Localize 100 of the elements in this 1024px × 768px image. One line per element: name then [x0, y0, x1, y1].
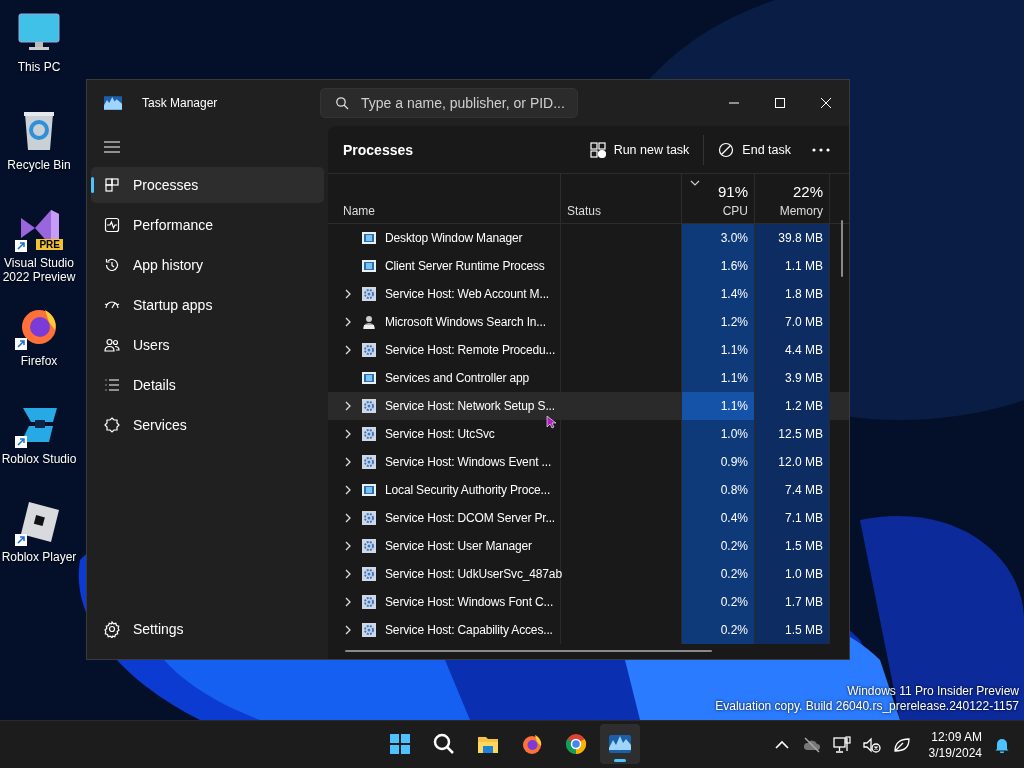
- settings-button[interactable]: Settings: [91, 611, 324, 647]
- column-header[interactable]: Memory: [779, 204, 823, 218]
- end-task-button[interactable]: End task: [710, 135, 799, 164]
- sort-caret-icon[interactable]: [690, 180, 700, 186]
- column-header[interactable]: Name: [343, 204, 560, 218]
- cpu-value: 1.1%: [720, 343, 748, 357]
- cpu-value: 0.2%: [720, 567, 748, 581]
- block-icon: [718, 141, 735, 158]
- column-total: 91%: [717, 183, 748, 200]
- process-name: Service Host: User Manager: [385, 539, 532, 553]
- memory-value: 7.0 MB: [785, 315, 823, 329]
- process-row[interactable]: Service Host: Capability Acces... 0.2% 1.5 MB: [328, 616, 849, 644]
- window-title: Task Manager: [142, 96, 219, 110]
- expand-chevron-icon[interactable]: [344, 625, 352, 635]
- memory-value: 12.5 MB: [778, 427, 823, 441]
- cpu-value: 0.9%: [720, 455, 748, 469]
- nav-item[interactable]: Performance: [91, 207, 324, 243]
- cpu-value: 0.8%: [720, 483, 748, 497]
- desktop-icon-label[interactable]: Firefox: [0, 354, 78, 368]
- taskbar-taskmgr-icon[interactable]: [600, 724, 640, 764]
- close-icon: [820, 97, 832, 109]
- menu-icon[interactable]: [104, 140, 120, 154]
- nav-item[interactable]: Processes: [91, 167, 324, 203]
- nav-item[interactable]: Details: [91, 367, 324, 403]
- build-watermark: Evaluation copy. Build 26040.rs_prerelease.240122-1157: [715, 699, 1019, 714]
- notification-bell-icon[interactable]: [994, 736, 1010, 753]
- column-header[interactable]: CPU: [722, 204, 748, 218]
- search-field[interactable]: Type a name, publisher, or PID...: [320, 88, 578, 118]
- gear-icon: [361, 454, 377, 470]
- window-icon: [361, 482, 377, 498]
- process-name: Service Host: Remote Procedu...: [385, 343, 556, 357]
- clock-date[interactable]: 3/19/2024: [928, 744, 982, 761]
- gear-icon: [361, 622, 377, 638]
- process-name: Service Host: UdkUserSvc_487ab: [385, 567, 562, 581]
- process-row[interactable]: Microsoft Windows Search In... 1.2% 7.0 MB: [328, 308, 849, 336]
- process-row[interactable]: Service Host: DCOM Server Pr... 0.4% 7.1 MB: [328, 504, 849, 532]
- gear-icon: [361, 342, 377, 358]
- window-icon: [361, 230, 377, 246]
- expand-chevron-icon[interactable]: [344, 569, 352, 579]
- cpu-value: 0.2%: [720, 623, 748, 637]
- process-row[interactable]: Service Host: UtcSvc 1.0% 12.5 MB: [328, 420, 849, 448]
- window-icon: [361, 370, 377, 386]
- memory-value: 4.4 MB: [785, 343, 823, 357]
- process-row[interactable]: Desktop Window Manager 3.0% 39.8 MB: [328, 224, 849, 252]
- cpu-value: 1.1%: [720, 399, 748, 413]
- process-row[interactable]: Local Security Authority Proce... 0.8% 7.4 MB: [328, 476, 849, 504]
- gear-icon: [361, 594, 377, 610]
- expand-chevron-icon[interactable]: [344, 485, 352, 495]
- cpu-value: 0.4%: [720, 511, 748, 525]
- process-row[interactable]: Service Host: Network Setup S... 1.1% 1.2 MB: [328, 392, 849, 420]
- nav-item[interactable]: Startup apps: [91, 287, 324, 323]
- expand-chevron-icon[interactable]: [344, 401, 352, 411]
- scrollbar-thumb[interactable]: [345, 650, 712, 652]
- nav-item[interactable]: Users: [91, 327, 324, 363]
- desktop-icon-label[interactable]: Visual Studio 2022 Preview: [0, 256, 78, 284]
- expand-chevron-icon[interactable]: [344, 317, 352, 327]
- expand-chevron-icon[interactable]: [344, 457, 352, 467]
- nav-item[interactable]: Services: [91, 407, 324, 443]
- memory-value: 1.1 MB: [785, 259, 823, 273]
- run-task-button[interactable]: Run new task: [581, 135, 698, 164]
- cpu-value: 0.2%: [720, 595, 748, 609]
- scrollbar-thumb[interactable]: [841, 220, 843, 277]
- history-icon: [103, 256, 121, 274]
- expand-chevron-icon[interactable]: [344, 597, 352, 607]
- new-task-icon: [589, 141, 606, 158]
- desktop-icon-label[interactable]: Roblox Player: [0, 550, 78, 564]
- process-row[interactable]: Service Host: Windows Event ... 0.9% 12.0 MB: [328, 448, 849, 476]
- desktop-icon-label[interactable]: Recycle Bin: [0, 158, 78, 172]
- gear-icon: [361, 510, 377, 526]
- process-row[interactable]: Client Server Runtime Process 1.6% 1.1 MB: [328, 252, 849, 280]
- expand-chevron-icon[interactable]: [344, 429, 352, 439]
- process-row[interactable]: Service Host: Remote Procedu... 1.1% 4.4 MB: [328, 336, 849, 364]
- process-row[interactable]: Service Host: User Manager 0.2% 1.5 MB: [328, 532, 849, 560]
- app-icon: [104, 96, 122, 110]
- memory-value: 7.1 MB: [785, 511, 823, 525]
- memory-value: 1.5 MB: [785, 539, 823, 553]
- performance-icon: [103, 216, 121, 234]
- expand-chevron-icon[interactable]: [344, 289, 352, 299]
- expand-chevron-icon[interactable]: [344, 541, 352, 551]
- users-icon: [103, 336, 121, 354]
- process-row[interactable]: Service Host: UdkUserSvc_487ab 0.2% 1.0 MB: [328, 560, 849, 588]
- desktop-icon-label[interactable]: This PC: [0, 60, 78, 74]
- desktop-icon-label[interactable]: Roblox Studio: [0, 452, 78, 466]
- expand-chevron-icon[interactable]: [344, 345, 352, 355]
- process-row[interactable]: Service Host: Windows Font C... 0.2% 1.7 MB: [328, 588, 849, 616]
- maximize-icon: [774, 97, 786, 109]
- more-options-icon[interactable]: [811, 146, 831, 153]
- process-row[interactable]: Service Host: Web Account M... 1.4% 1.8 MB: [328, 280, 849, 308]
- cpu-value: 1.1%: [720, 371, 748, 385]
- network-icon[interactable]: [831, 734, 852, 755]
- memory-value: 1.5 MB: [785, 623, 823, 637]
- column-header[interactable]: Status: [567, 204, 681, 218]
- gear-icon: [361, 426, 377, 442]
- clock-time[interactable]: 12:09 AM: [931, 728, 982, 745]
- memory-value: 3.9 MB: [785, 371, 823, 385]
- nav-item[interactable]: App history: [91, 247, 324, 283]
- badge: PRE: [36, 239, 63, 250]
- cpu-value: 1.0%: [720, 427, 748, 441]
- process-name: Service Host: Network Setup S...: [385, 399, 555, 413]
- expand-chevron-icon[interactable]: [344, 513, 352, 523]
